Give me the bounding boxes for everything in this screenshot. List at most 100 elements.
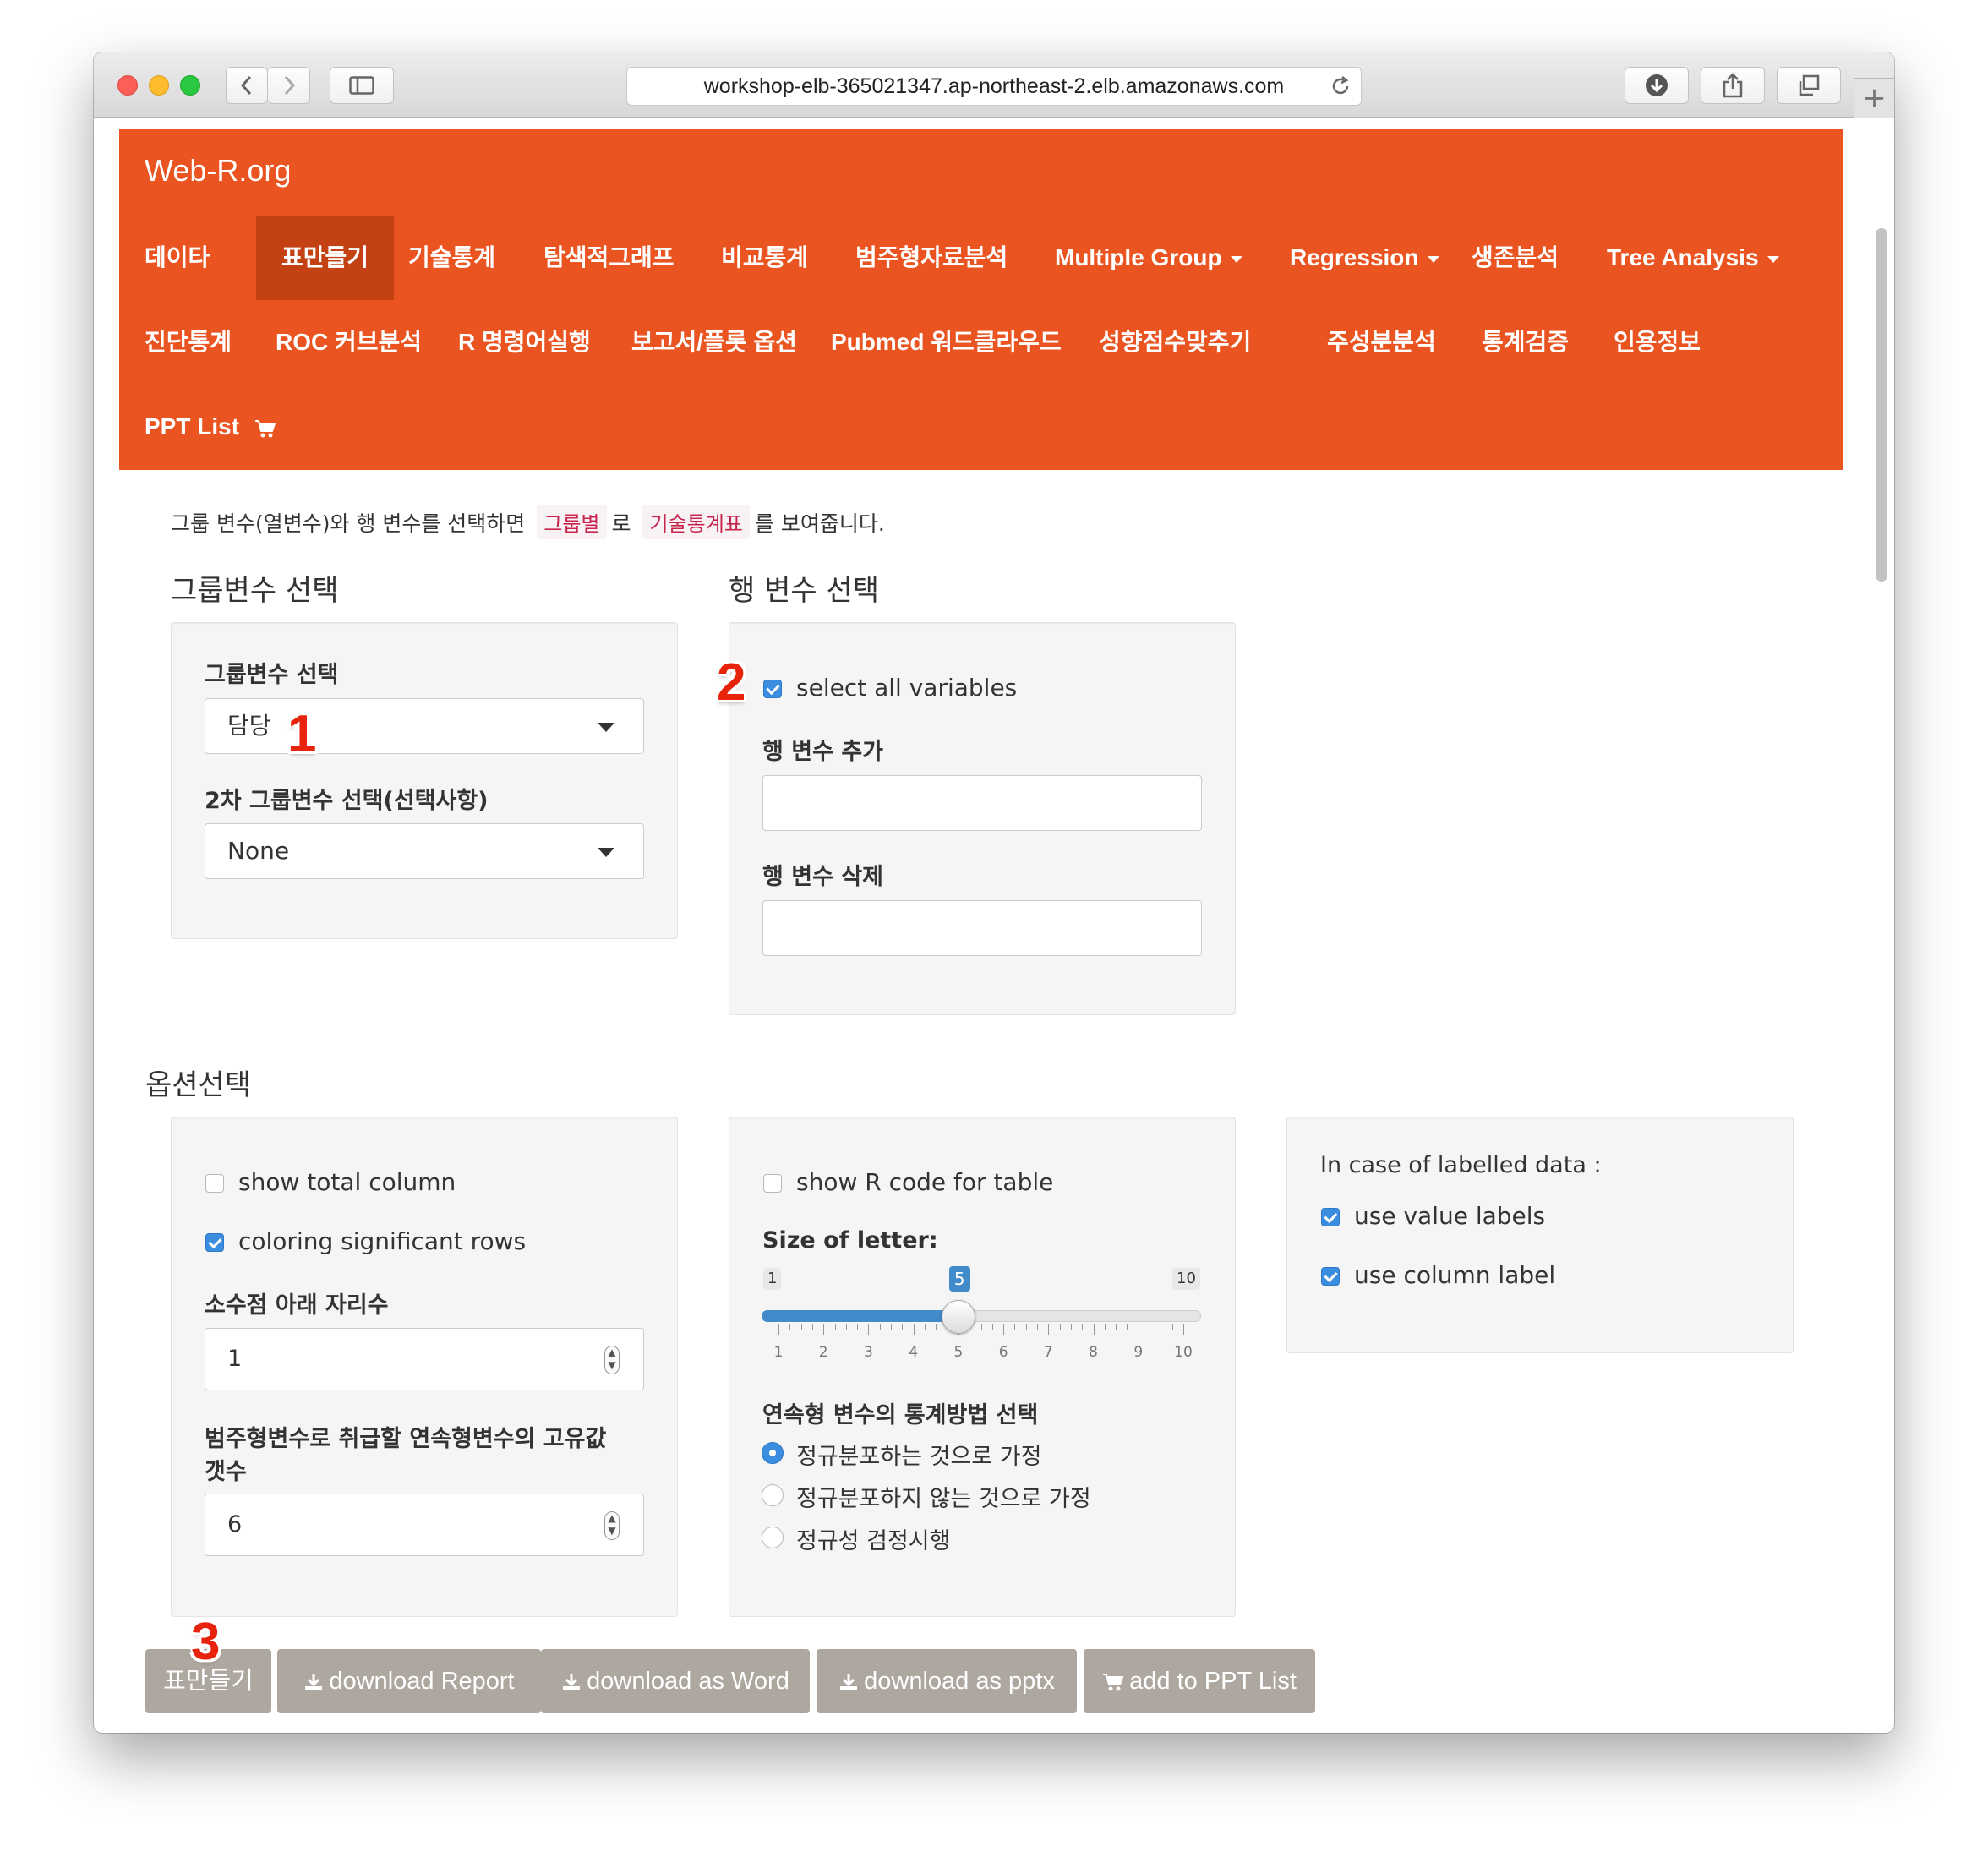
add-ppt-label: add to PPT List bbox=[1129, 1668, 1297, 1695]
slider-tick bbox=[891, 1324, 893, 1330]
intro-part: 그룹 변수(열변수)와 행 변수를 선택하면 bbox=[171, 511, 526, 536]
slider-tick-label: 10 bbox=[1174, 1344, 1193, 1361]
value-labels-checkbox[interactable] bbox=[1321, 1208, 1340, 1226]
group-var-value: 담당 bbox=[227, 712, 271, 740]
download-report-label: download Report bbox=[329, 1668, 515, 1695]
unique-input[interactable]: 6 ▲ ▼ bbox=[205, 1494, 644, 1556]
group-var-label: 그룹변수 선택 bbox=[205, 662, 339, 688]
page-scrollbar[interactable] bbox=[1876, 228, 1887, 582]
show-rcode-checkbox[interactable] bbox=[763, 1174, 782, 1193]
slider-tick bbox=[1116, 1324, 1117, 1330]
column-label-label: use column label bbox=[1354, 1261, 1556, 1289]
download-circle-icon bbox=[1646, 74, 1668, 96]
download-pptx-label: download as pptx bbox=[864, 1668, 1055, 1695]
intro-part: 로 bbox=[611, 511, 631, 536]
coloring-label: coloring significant rows bbox=[238, 1227, 527, 1255]
nav-item-survival-analysis[interactable]: 생존분석 bbox=[1446, 216, 1584, 300]
slider-tick bbox=[1037, 1324, 1039, 1330]
spinner-icon[interactable]: ▲ ▼ bbox=[604, 1346, 620, 1374]
nav-item-descriptive-stats[interactable]: 기술통계 bbox=[383, 216, 521, 300]
slider-tick-label: 8 bbox=[1089, 1344, 1098, 1361]
column-label-checkbox[interactable] bbox=[1321, 1267, 1340, 1286]
caret-down-icon bbox=[1767, 255, 1779, 263]
nav-item-pubmed-wordcloud[interactable]: Pubmed 워드클라우드 bbox=[806, 300, 1087, 385]
back-button[interactable] bbox=[226, 67, 268, 104]
decimal-label: 소수점 아래 자리수 bbox=[205, 1292, 389, 1319]
nav-label: PPT List bbox=[145, 413, 240, 440]
nav-item-multiple-group[interactable]: Multiple Group bbox=[1030, 216, 1268, 300]
slider-tick bbox=[1003, 1324, 1005, 1335]
address-bar[interactable]: workshop-elb-365021347.ap-northeast-2.el… bbox=[626, 67, 1362, 106]
minimize-window-button[interactable] bbox=[149, 75, 169, 96]
nav-item-roc-curve[interactable]: ROC 커브분석 bbox=[250, 300, 447, 385]
nav-item-stat-tests[interactable]: 통계검증 bbox=[1456, 300, 1594, 385]
group-var-select[interactable]: 담당 bbox=[205, 698, 644, 754]
slider-fill bbox=[762, 1310, 958, 1322]
navbar-brand[interactable]: Web-R.org bbox=[145, 153, 291, 188]
slider-tick bbox=[991, 1324, 993, 1330]
downloads-button[interactable] bbox=[1625, 67, 1689, 104]
nav-label: 주성분분석 bbox=[1327, 329, 1436, 355]
spinner-icon[interactable]: ▲ ▼ bbox=[604, 1511, 620, 1540]
nav-label: 기술통계 bbox=[408, 244, 496, 270]
method-radio-normal[interactable] bbox=[762, 1442, 784, 1464]
nav-label: 탐색적그래프 bbox=[543, 244, 674, 270]
method-radio-test[interactable] bbox=[762, 1527, 784, 1548]
nav-item-data[interactable]: 데이타 bbox=[119, 216, 235, 300]
decimal-input[interactable]: 1 ▲ ▼ bbox=[205, 1328, 644, 1390]
reload-icon[interactable] bbox=[1329, 74, 1352, 98]
row-remove-input[interactable] bbox=[762, 900, 1202, 956]
download-pptx-button[interactable]: download as pptx bbox=[816, 1649, 1077, 1713]
second-group-select[interactable]: None bbox=[205, 823, 644, 879]
nav-item-tree-analysis[interactable]: Tree Analysis bbox=[1581, 216, 1805, 300]
nav-item-r-command[interactable]: R 명령어실행 bbox=[433, 300, 616, 385]
screenshot-stage: workshop-elb-365021347.ap-northeast-2.el… bbox=[0, 0, 1988, 1868]
share-button[interactable] bbox=[1701, 67, 1765, 104]
nav-item-ppt-list[interactable]: PPT List bbox=[119, 385, 302, 469]
slider-tick bbox=[800, 1324, 802, 1330]
nav-label: 진단통계 bbox=[145, 329, 232, 355]
url-text: workshop-elb-365021347.ap-northeast-2.el… bbox=[703, 74, 1285, 98]
method-test-label: 정규성 검정시행 bbox=[796, 1528, 951, 1554]
intro-code: 그룹별 bbox=[537, 505, 607, 539]
slider-tick-label: 7 bbox=[1043, 1344, 1053, 1361]
download-report-button[interactable]: download Report bbox=[277, 1649, 541, 1713]
nav-item-pca[interactable]: 주성분분석 bbox=[1302, 300, 1461, 385]
nav-item-exploratory-graph[interactable]: 탐색적그래프 bbox=[518, 216, 700, 300]
unique-label-line1: 범주형변수로 취급할 연속형변수의 고유값 bbox=[205, 1426, 607, 1452]
download-word-button[interactable]: download as Word bbox=[541, 1649, 810, 1713]
slider-handle[interactable] bbox=[941, 1300, 975, 1334]
browser-titlebar: workshop-elb-365021347.ap-northeast-2.el… bbox=[94, 52, 1894, 118]
nav-item-diagnostic-stats[interactable]: 진단통계 bbox=[119, 300, 257, 385]
slider-tick bbox=[1127, 1324, 1128, 1330]
nav-item-make-table[interactable]: 표만들기 bbox=[256, 216, 395, 300]
nav-item-citation[interactable]: 인용정보 bbox=[1588, 300, 1726, 385]
select-all-checkbox[interactable] bbox=[763, 680, 782, 698]
nav-item-regression[interactable]: Regression bbox=[1264, 216, 1465, 300]
slider-tick-label: 5 bbox=[953, 1344, 964, 1361]
forward-button[interactable] bbox=[268, 67, 310, 104]
download-icon bbox=[305, 1674, 323, 1691]
nav-item-comparison-stats[interactable]: 비교통계 bbox=[696, 216, 833, 300]
nav-item-categorical-analysis[interactable]: 범주형자료분석 bbox=[830, 216, 1033, 300]
show-total-checkbox[interactable] bbox=[205, 1174, 224, 1193]
coloring-checkbox[interactable] bbox=[205, 1233, 224, 1252]
method-nonnormal-label: 정규분포하지 않는 것으로 가정 bbox=[796, 1486, 1091, 1512]
nav-label: Pubmed 워드클라우드 bbox=[831, 329, 1062, 355]
intro-part: 를 보여줍니다. bbox=[754, 511, 885, 536]
nav-label: Multiple Group bbox=[1055, 244, 1222, 270]
nav-item-report-options[interactable]: 보고서/플롯 옵션 bbox=[606, 300, 822, 385]
download-icon bbox=[563, 1674, 581, 1691]
method-radio-nonnormal[interactable] bbox=[762, 1484, 784, 1506]
zoom-window-button[interactable] bbox=[180, 75, 200, 96]
show-rcode-label: show R code for table bbox=[796, 1168, 1054, 1196]
tabs-overview-button[interactable] bbox=[1777, 67, 1841, 104]
row-section-heading: 행 변수 선택 bbox=[729, 574, 880, 608]
add-ppt-button[interactable]: add to PPT List bbox=[1084, 1649, 1315, 1713]
nav-label: 범주형자료분석 bbox=[855, 244, 1008, 270]
row-add-input[interactable] bbox=[762, 775, 1202, 831]
sidebar-toggle-button[interactable] bbox=[330, 67, 394, 104]
close-window-button[interactable] bbox=[117, 75, 138, 96]
new-tab-button[interactable]: + bbox=[1854, 78, 1894, 118]
nav-item-propensity-matching[interactable]: 성향점수맞추기 bbox=[1073, 300, 1276, 385]
